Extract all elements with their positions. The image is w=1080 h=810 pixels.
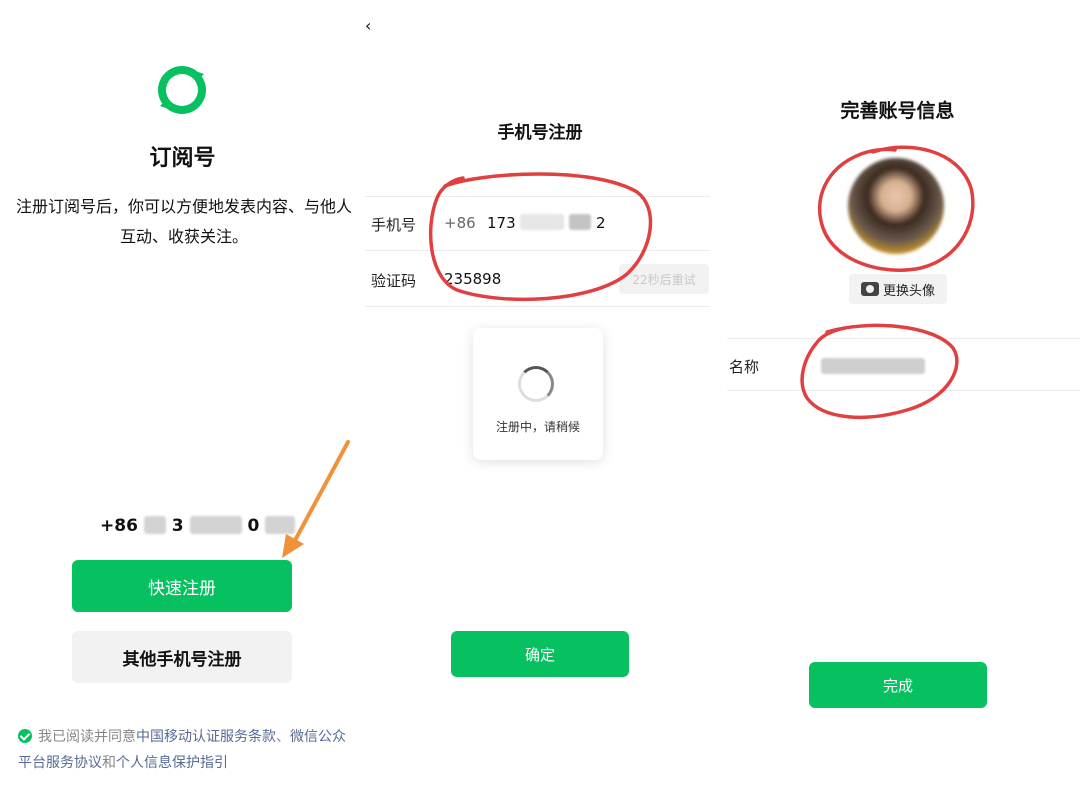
complete-profile-panel: 完善账号信息 更换头像 名称 完成	[715, 0, 1080, 810]
subscription-logo-icon	[158, 66, 206, 114]
annotation-circle	[428, 172, 653, 302]
cmcc-terms-link[interactable]: 中国移动认证服务条款	[136, 729, 276, 745]
annotation-arrow-icon	[282, 440, 350, 558]
phone-label: 手机号	[371, 216, 417, 234]
page-title: 手机号注册	[497, 123, 583, 143]
phone-register-panel: ‹ 手机号注册 手机号 +86 173 2 验证码 235898 22秒后重试 …	[365, 0, 715, 810]
phone-prefix: +86	[100, 516, 138, 536]
confirm-button[interactable]: 确定	[451, 631, 629, 677]
masked-digits	[189, 516, 242, 534]
loading-toast: 注册中，请稍候	[473, 328, 603, 460]
privacy-guide-link[interactable]: 个人信息保护指引	[116, 755, 228, 771]
page-title: 完善账号信息	[840, 100, 955, 122]
code-label: 验证码	[371, 272, 417, 290]
detected-phone-number: +86 3 0	[100, 516, 296, 536]
camera-icon	[860, 282, 879, 296]
phone-visible-mid: 3	[171, 516, 184, 536]
finish-button[interactable]: 完成	[809, 662, 987, 708]
page-description: 注册订阅号后，你可以方便地发表内容、与他人互动、收获关注。	[15, 197, 352, 246]
phone-visible-end: 0	[247, 516, 260, 536]
annotation-circle	[817, 145, 975, 272]
masked-digits	[143, 516, 166, 534]
toast-text: 注册中，请稍候	[495, 420, 580, 434]
name-label: 名称	[729, 358, 760, 376]
annotation-circle	[800, 323, 959, 419]
subscription-intro-panel: 订阅号 注册订阅号后，你可以方便地发表内容、与他人互动、收获关注。 +86 3 …	[0, 0, 365, 810]
agree-checkbox[interactable]	[18, 729, 32, 743]
change-avatar-button[interactable]: 更换头像	[849, 274, 947, 304]
loading-spinner-icon	[518, 366, 554, 402]
back-icon[interactable]: ‹	[365, 16, 371, 35]
other-phone-register-button[interactable]: 其他手机号注册	[72, 631, 292, 683]
agreement-text: 我已阅读并同意中国移动认证服务条款、微信公众平台服务协议和个人信息保护指引	[18, 729, 346, 771]
page-title: 订阅号	[149, 146, 216, 171]
quick-register-button[interactable]: 快速注册	[72, 560, 292, 612]
